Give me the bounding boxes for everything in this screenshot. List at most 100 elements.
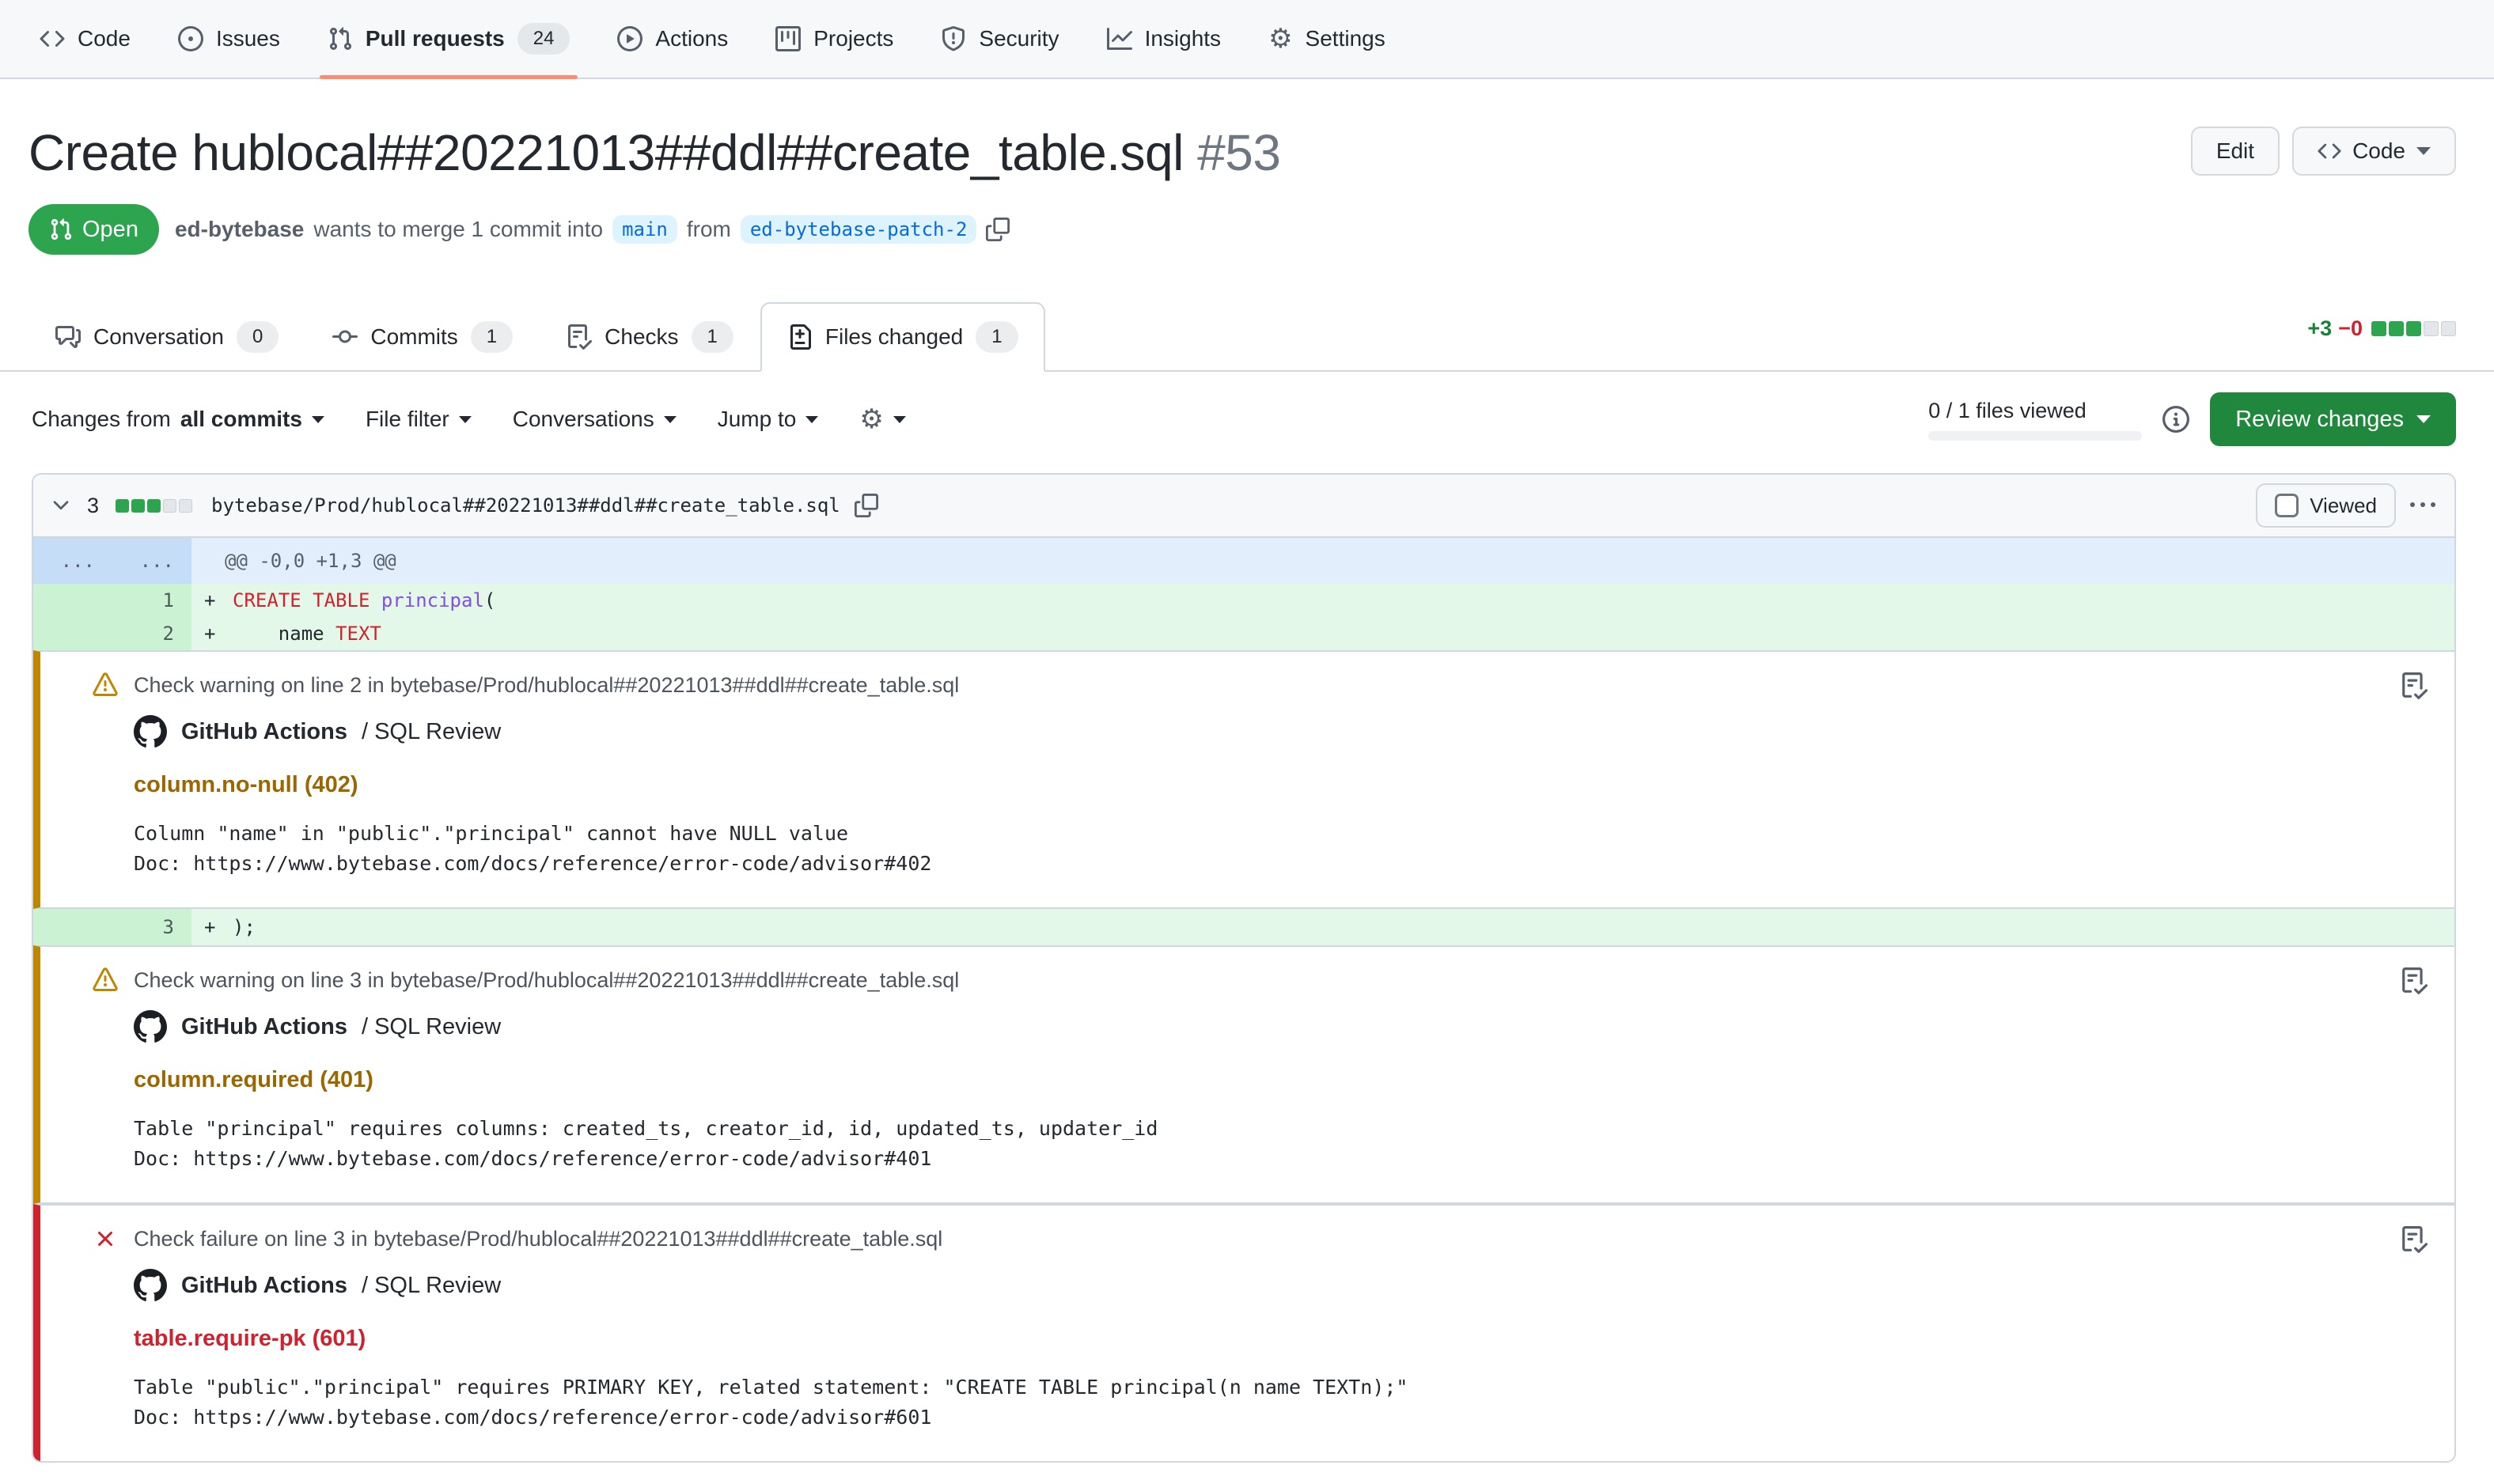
collapse-file-chevron-icon[interactable] [49,494,73,517]
check-app-name[interactable]: GitHub Actions [181,719,347,745]
diffstat: +3 −0 [2307,316,2456,341]
annotation-header: Check warning on line 3 in bytebase/Prod… [134,968,959,993]
base-branch-label[interactable]: main [612,215,677,244]
nav-item-projects[interactable]: Projects [752,0,917,78]
warning-triangle-icon [93,672,118,698]
info-icon[interactable] [2162,406,2189,433]
pull-request-icon [328,26,353,51]
nav-item-security[interactable]: Security [917,0,1082,78]
annotation-header: Check warning on line 2 in bytebase/Prod… [134,673,959,698]
chevron-down-icon [664,416,677,423]
merge-summary: ed-bytebase wants to merge 1 commit into… [175,215,1010,244]
check-context: / SQL Review [362,1014,501,1040]
nav-label: Projects [813,26,893,51]
check-doc-link: Doc: https://www.bytebase.com/docs/refer… [134,1147,931,1170]
hunk-header-row: ... ... @@ -0,0 +1,3 @@ [33,538,2454,584]
expand-dots: ... [112,538,191,584]
copy-icon[interactable] [855,494,878,517]
hunk-gutter[interactable]: ... ... [33,538,191,584]
play-icon [617,26,642,51]
diff-line-2[interactable]: 2 + name TEXT [33,617,2454,650]
check-app-name[interactable]: GitHub Actions [181,1273,347,1299]
conversations-dropdown[interactable]: Conversations [513,407,677,432]
file-header: 3 bytebase/Prod/hublocal##20221013##ddl#… [33,475,2454,538]
code-button[interactable]: Code [2292,127,2456,176]
nav-label: Code [78,26,131,51]
diff-line-3[interactable]: 3 +); [33,909,2454,945]
chevron-down-icon [805,416,818,423]
line-number: 2 [112,617,191,650]
viewed-checkbox[interactable] [2275,494,2299,517]
github-actions-avatar[interactable] [134,1010,167,1043]
diff-sign: + [204,584,233,617]
diff-settings-dropdown[interactable]: ⚙ [859,403,905,435]
annotation-header: Check failure on line 3 in bytebase/Prod… [134,1227,942,1251]
pr-tabs: Conversation 0 Commits 1 Checks 1 Files … [0,302,2494,372]
line-number: 1 [112,584,191,617]
nav-item-insights[interactable]: Insights [1083,0,1245,78]
nav-item-pull-requests[interactable]: Pull requests 24 [304,0,594,78]
edit-button[interactable]: Edit [2191,127,2280,176]
files-viewed-text: 0 / 1 files viewed [1928,399,2142,423]
files-toolbar: Changes from all commits File filter Con… [0,392,2494,446]
line-number: 3 [112,909,191,945]
check-rule-title: table.require-pk (601) [134,1326,2359,1352]
code-token: TEXT [335,623,381,645]
author-link[interactable]: ed-bytebase [175,217,304,242]
code-token: principal [381,589,484,611]
checklist-icon[interactable] [2401,967,2428,994]
pr-title-text: Create hublocal##20221013##ddl##create_t… [28,124,1184,181]
status-badge-label: Open [82,217,138,243]
nav-item-issues[interactable]: Issues [154,0,304,78]
pr-header: Create hublocal##20221013##ddl##create_t… [0,79,2494,255]
changes-from-dropdown[interactable]: Changes from all commits [32,407,324,432]
code-icon [2318,139,2341,163]
tab-count: 1 [471,321,513,353]
project-icon [775,26,801,51]
file-changes-count: 3 [87,494,99,518]
x-failure-icon [93,1226,118,1251]
review-changes-button[interactable]: Review changes [2210,392,2456,446]
chevron-down-icon [312,416,324,423]
head-branch-label[interactable]: ed-bytebase-patch-2 [741,215,977,244]
kebab-menu-icon[interactable] [2410,493,2435,518]
nav-label: Issues [216,26,280,51]
tab-conversation[interactable]: Conversation 0 [28,302,305,372]
check-annotation-warning-line3: Check warning on line 3 in bytebase/Prod… [33,945,2454,1204]
github-actions-avatar[interactable] [134,1269,167,1302]
nav-label: Security [979,26,1059,51]
github-actions-avatar[interactable] [134,715,167,748]
checklist-icon[interactable] [2401,1226,2428,1253]
graph-icon [1107,26,1132,51]
nav-item-actions[interactable]: Actions [593,0,752,78]
file-path[interactable]: bytebase/Prod/hublocal##20221013##ddl##c… [211,494,840,517]
nav-item-code[interactable]: Code [16,0,154,78]
diff-sign: + [204,909,233,945]
copy-icon[interactable] [986,218,1010,241]
tab-files-changed[interactable]: Files changed 1 [760,302,1045,372]
check-context: / SQL Review [362,1273,501,1299]
diff-line-1[interactable]: 1 +CREATE TABLE principal( [33,584,2454,617]
file-filter-dropdown[interactable]: File filter [366,407,472,432]
check-app-name[interactable]: GitHub Actions [181,1014,347,1040]
tab-label: Checks [605,324,678,350]
diffstat-squares [2369,321,2456,336]
checklist-icon[interactable] [2401,672,2428,699]
jump-to-dropdown[interactable]: Jump to [718,407,819,432]
tab-label: Files changed [825,324,963,350]
changes-from-prefix: Changes from [32,407,171,432]
code-button-label: Code [2352,138,2405,164]
tab-commits[interactable]: Commits 1 [305,302,540,372]
tab-count: 0 [237,321,279,353]
tab-label: Commits [370,324,457,350]
nav-item-settings[interactable]: ⚙ Settings [1245,0,1409,78]
viewed-toggle[interactable]: Viewed [2256,483,2396,528]
tab-checks[interactable]: Checks 1 [540,302,760,372]
issue-icon [178,26,203,51]
gear-icon: ⚙ [859,403,883,435]
gear-icon: ⚙ [1268,26,1292,51]
files-viewed-progress: 0 / 1 files viewed [1928,399,2142,441]
changes-from-value: all commits [180,407,302,432]
pr-number: #53 [1197,124,1280,181]
check-message: Table "public"."principal" requires PRIM… [134,1372,2359,1433]
